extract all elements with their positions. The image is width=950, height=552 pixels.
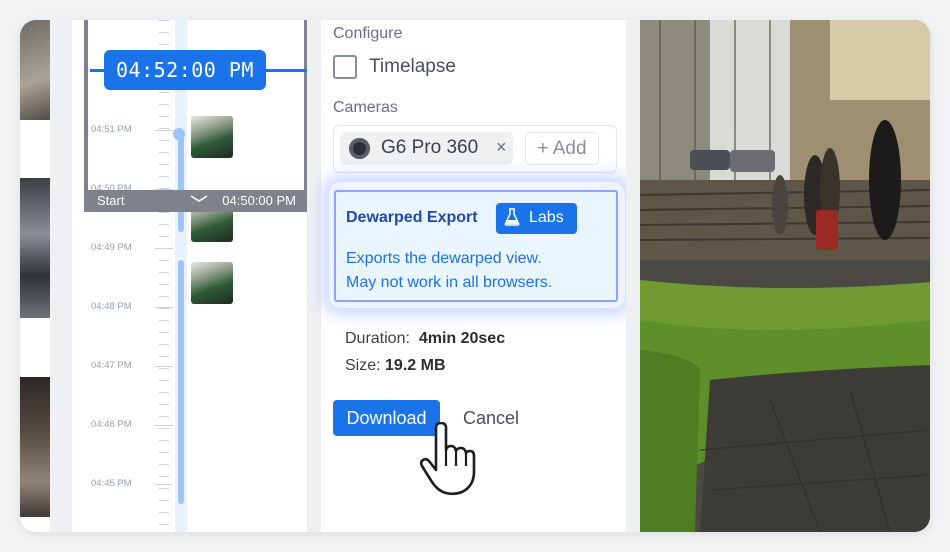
camera-thumbnail[interactable] <box>20 20 50 120</box>
time-label: 04:48 PM <box>91 301 132 312</box>
timeline-tick <box>159 272 169 273</box>
time-label: 04:45 PM <box>91 478 132 489</box>
event-thumbnail[interactable] <box>191 262 233 304</box>
timeline-tick <box>159 320 169 321</box>
timeline-major-tick <box>155 307 173 308</box>
timeline-tick <box>159 284 169 285</box>
selection-footer: Start 04:50:00 PM <box>84 190 308 212</box>
timeline-tick <box>159 440 169 441</box>
timeline-tick <box>159 404 169 405</box>
labs-badge: Labs <box>496 203 577 234</box>
timelapse-label[interactable]: Timelapse <box>369 56 456 78</box>
flask-icon <box>504 208 520 231</box>
timeline-tick <box>159 464 169 465</box>
duration-row: Duration: 4min 20sec <box>345 330 505 348</box>
timeline-tick <box>159 296 169 297</box>
export-range-selection[interactable] <box>84 20 308 208</box>
configure-heading: Configure <box>333 25 403 42</box>
size-value: 19.2 MB <box>385 357 446 374</box>
timeline-tick <box>159 512 169 513</box>
close-icon[interactable]: × <box>496 137 507 158</box>
timeline-tick <box>159 380 169 381</box>
dewarped-export-option[interactable]: Dewarped Export Labs Exports the dewarpe… <box>334 190 618 302</box>
timeline-tick <box>159 260 169 261</box>
dewarped-description-line: May not work in all browsers. <box>346 274 553 291</box>
timeline-major-tick <box>155 484 173 485</box>
timelapse-checkbox[interactable] <box>333 55 357 79</box>
export-window: 04:51 PM 04:50 PM 04:49 PM 04:48 PM 04:4… <box>20 20 930 532</box>
size-label: Size: <box>345 357 381 374</box>
hand-pointer-icon <box>419 422 476 496</box>
panel-divider <box>626 20 640 532</box>
timeline-major-tick <box>155 366 173 367</box>
panel-divider <box>307 20 321 532</box>
timeline-tick <box>159 428 169 429</box>
camera-thumbnail[interactable] <box>20 377 50 517</box>
timeline-tick <box>159 308 169 309</box>
dewarped-title: Dewarped Export <box>346 209 478 226</box>
timeline-tick <box>159 332 169 333</box>
timeline-tick <box>159 236 169 237</box>
size-row: Size: 19.2 MB <box>345 357 446 375</box>
dewarped-description: Exports the dewarped view. May not work … <box>346 247 616 295</box>
timeline-tick <box>159 416 169 417</box>
timeline-tick <box>159 368 169 369</box>
timeline-tick <box>159 524 169 525</box>
lobby-scene-image <box>640 20 930 532</box>
chevron-down-icon[interactable] <box>188 190 210 211</box>
selection-end-time: 04:50:00 PM <box>222 193 296 208</box>
camera-selector: G6 Pro 360 × + Add <box>333 125 617 173</box>
timeline-tick <box>159 392 169 393</box>
timeline-tick <box>159 500 169 501</box>
duration-value: 4min 20sec <box>418 330 506 347</box>
camera-thumbnail[interactable] <box>20 178 50 318</box>
cameras-heading: Cameras <box>333 99 398 116</box>
playhead-time-badge[interactable]: 04:52:00 PM <box>104 50 266 90</box>
camera-live-view[interactable] <box>640 20 930 532</box>
timeline-tick <box>159 356 169 357</box>
camera-chip-label: G6 Pro 360 <box>381 137 479 158</box>
panel-divider <box>50 20 72 532</box>
camera-icon <box>349 138 370 159</box>
labs-badge-label: Labs <box>529 209 564 226</box>
recording-segment[interactable] <box>178 260 184 504</box>
timeline-major-tick <box>155 248 173 249</box>
timeline-tick <box>159 212 169 213</box>
add-camera-button[interactable]: + Add <box>525 132 599 165</box>
timeline-tick <box>159 452 169 453</box>
selection-start-label[interactable]: Start <box>97 193 124 208</box>
time-label: 04:49 PM <box>91 242 132 253</box>
timeline-tick <box>159 344 169 345</box>
dewarped-description-line: Exports the dewarped view. <box>346 250 542 267</box>
camera-thumbnail-strip <box>20 20 50 532</box>
timeline-major-tick <box>155 425 173 426</box>
timeline-tick <box>159 488 169 489</box>
timeline-tick <box>159 476 169 477</box>
timeline-tick <box>159 224 169 225</box>
time-label: 04:46 PM <box>91 419 132 430</box>
time-label: 04:47 PM <box>91 360 132 371</box>
camera-chip[interactable]: G6 Pro 360 × <box>340 132 513 165</box>
duration-label: Duration: <box>345 330 410 347</box>
